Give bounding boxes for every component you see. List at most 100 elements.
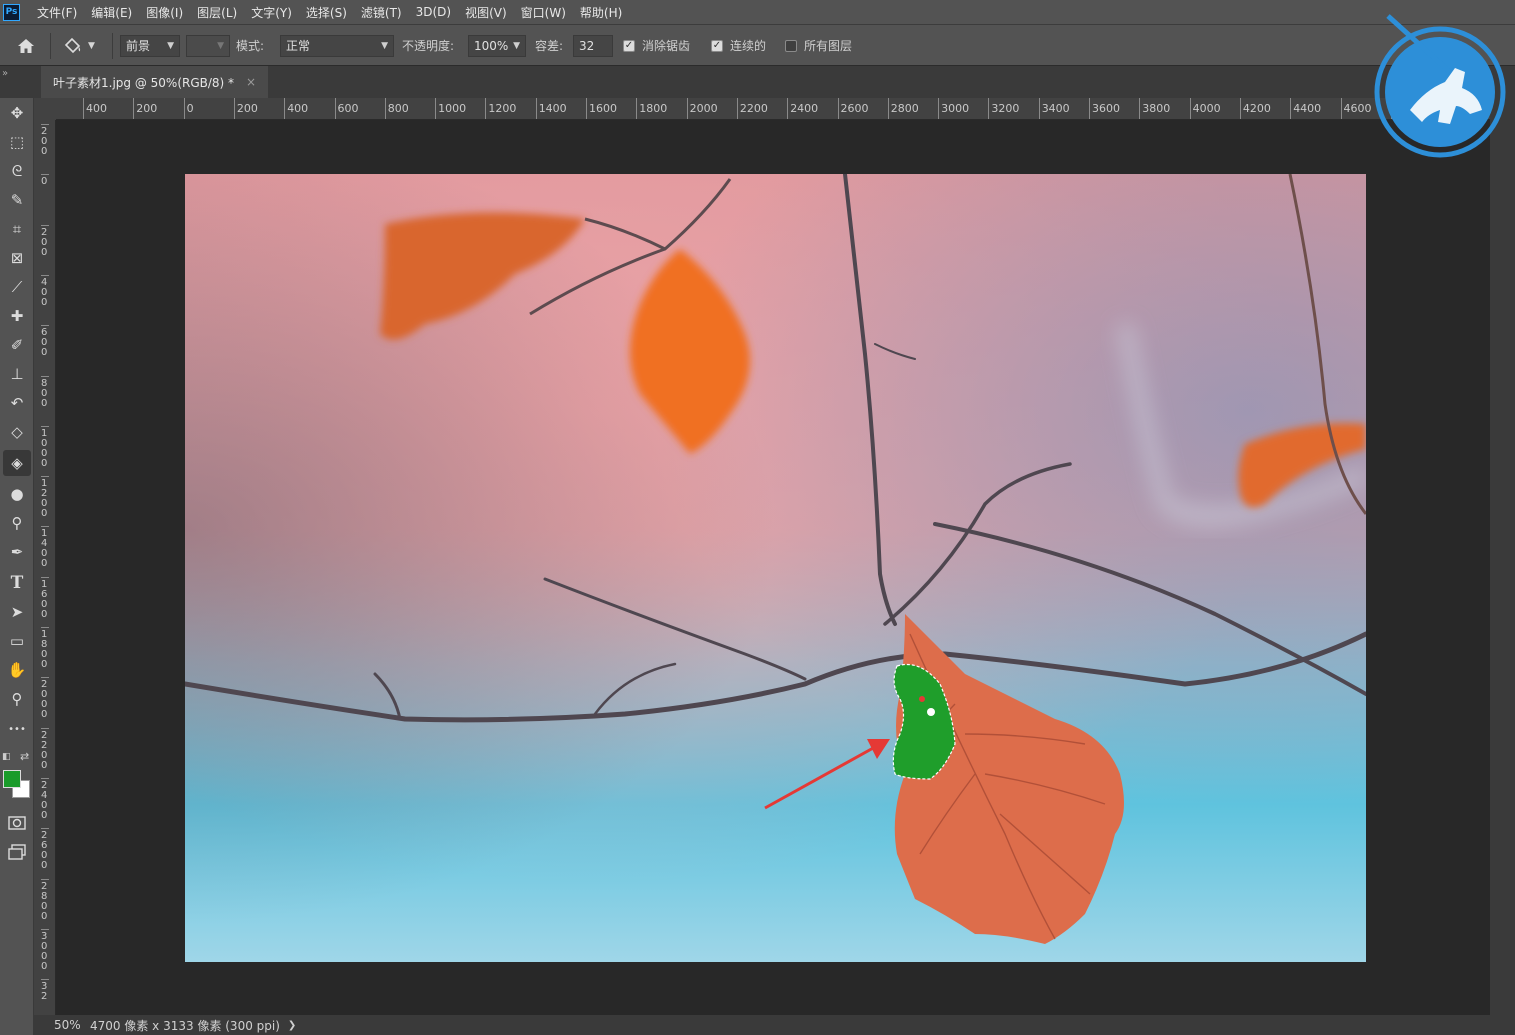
ruler-h-tick: 2400: [787, 98, 819, 119]
mode-select[interactable]: 正常 ▼: [280, 34, 394, 57]
fill-source-value: 前景: [126, 39, 151, 53]
menu-3d[interactable]: 3D(D): [409, 5, 458, 19]
brush-tool[interactable]: ✐: [3, 332, 31, 358]
history-brush-tool[interactable]: ↶: [3, 390, 31, 416]
home-button[interactable]: [16, 25, 36, 66]
blur-tool[interactable]: ●: [3, 481, 31, 507]
zoom-tool[interactable]: ⚲: [3, 686, 31, 712]
paint-bucket-icon: [64, 37, 81, 53]
tool-preset-picker[interactable]: ▼: [62, 25, 95, 66]
options-bar: ▼ 前景 ▼ ▼ 模式: 正常 ▼ 不透明度: 100% ▼ 容差: 32 ✓ …: [0, 24, 1515, 66]
marquee-tool[interactable]: ⬚: [3, 129, 31, 155]
leaf-photo-canvas[interactable]: [185, 174, 1366, 962]
knight-watermark-logo-icon: [1374, 14, 1506, 158]
menu-filter[interactable]: 滤镜(T): [354, 4, 409, 21]
ruler-h-tick: 4400: [1290, 98, 1322, 119]
quick-select-tool-icon: ✎: [10, 191, 24, 209]
all-layers-check-icon: [785, 39, 797, 52]
edit-toolbar-button[interactable]: •••: [3, 716, 31, 742]
zoom-level[interactable]: 50%: [34, 1018, 82, 1032]
chevron-down-icon: ▼: [167, 40, 174, 51]
ruler-h-tick: 4000: [1189, 98, 1221, 119]
ruler-h-tick: 1200: [485, 98, 517, 119]
antialias-check-icon: ✓: [623, 39, 635, 52]
menu-layer[interactable]: 图层(L): [190, 4, 244, 21]
opacity-field[interactable]: 100% ▼: [468, 34, 526, 57]
menu-image[interactable]: 图像(I): [139, 4, 190, 21]
screen-mode-button[interactable]: [3, 839, 31, 865]
vertical-scrollbar[interactable]: [1490, 98, 1515, 1035]
stamp-tool-icon: ⊥: [10, 365, 24, 383]
zoom-tool-icon: ⚲: [11, 690, 23, 708]
eraser-tool[interactable]: ◇: [3, 419, 31, 445]
collapse-panel-icon[interactable]: »: [2, 68, 8, 79]
foreground-color-swatch[interactable]: [3, 770, 21, 788]
path-select-tool-icon: ➤: [10, 603, 24, 621]
chevron-right-icon[interactable]: ❯: [288, 1020, 296, 1031]
photoshop-logo-icon: Ps: [3, 3, 20, 21]
menu-window[interactable]: 窗口(W): [514, 4, 573, 21]
eraser-tool-icon: ◇: [11, 423, 23, 441]
frame-tool[interactable]: ⊠: [3, 245, 31, 271]
ruler-h-tick: 1600: [586, 98, 617, 119]
ruler-h-tick: 200: [133, 98, 158, 119]
move-tool[interactable]: ✥: [3, 100, 31, 126]
menu-file[interactable]: 文件(F): [30, 4, 84, 21]
tolerance-value: 32: [579, 38, 595, 53]
mode-value: 正常: [286, 39, 311, 53]
ruler-origin[interactable]: [34, 98, 56, 120]
crop-tool[interactable]: ⌗: [3, 216, 31, 242]
mode-label: 模式:: [236, 39, 265, 53]
quick-mask-button[interactable]: [3, 810, 31, 836]
type-tool[interactable]: T: [3, 570, 31, 596]
ruler-h-tick: 4600: [1340, 98, 1372, 119]
ruler-h-tick: 0: [183, 98, 194, 119]
shape-tool[interactable]: ▭: [3, 628, 31, 654]
tolerance-label: 容差:: [535, 39, 564, 53]
ruler-v-tick: 3000: [41, 928, 49, 972]
lasso-tool[interactable]: ᘓ: [3, 158, 31, 184]
ruler-h-tick: 400: [83, 98, 107, 119]
menu-edit[interactable]: 编辑(E): [84, 4, 139, 21]
document-info: 4700 像素 x 3133 像素 (300 ppi): [90, 1018, 280, 1033]
ruler-v-tick: 0: [41, 174, 49, 188]
menu-help[interactable]: 帮助(H): [573, 4, 629, 21]
healing-brush-tool[interactable]: ✚: [3, 303, 31, 329]
menu-type[interactable]: 文字(Y): [244, 4, 299, 21]
paint-bucket-tool[interactable]: ◈: [3, 450, 31, 476]
eyedropper-tool[interactable]: ⟋: [3, 274, 31, 300]
menu-view[interactable]: 视图(V): [458, 4, 514, 21]
hand-tool[interactable]: ✋: [3, 657, 31, 683]
pen-tool[interactable]: ✒: [3, 539, 31, 565]
document-tab[interactable]: 叶子素材1.jpg @ 50%(RGB/8) * ×: [41, 66, 269, 98]
close-icon[interactable]: ×: [246, 75, 256, 89]
blur-tool-icon: ●: [10, 485, 24, 503]
fill-source-select[interactable]: 前景 ▼: [120, 34, 180, 57]
ruler-v-tick: 2800: [41, 878, 49, 922]
ruler-v-tick: 2400: [41, 777, 49, 821]
ruler-h-tick: 200: [233, 98, 258, 119]
path-select-tool[interactable]: ➤: [3, 599, 31, 625]
dodge-tool[interactable]: ⚲: [3, 510, 31, 536]
menu-select[interactable]: 选择(S): [299, 4, 354, 21]
all-layers-checkbox[interactable]: 所有图层: [785, 25, 852, 66]
default-colors-icon[interactable]: ◧: [2, 752, 11, 762]
canvas-area[interactable]: [56, 120, 1490, 1015]
ruler-h-tick: 2200: [736, 98, 768, 119]
vertical-ruler[interactable]: 200 0 200 400 600 800 1000 1200 1400 1600 1800 2000…: [34, 120, 56, 1015]
ruler-h-tick: 3000: [938, 98, 970, 119]
horizontal-ruler[interactable]: 400 200 0 200 400 600 800 1000 1200 1400 1600 1800 2…: [56, 98, 1490, 120]
antialias-checkbox[interactable]: ✓ 消除锯齿: [623, 25, 690, 66]
paint-bucket-tool-icon: ◈: [11, 454, 23, 472]
ruler-v-tick: 400: [41, 274, 49, 308]
quick-select-tool[interactable]: ✎: [3, 187, 31, 213]
stamp-tool[interactable]: ⊥: [3, 361, 31, 387]
tools-panel: ✥ ⬚ ᘓ ✎ ⌗ ⊠ ⟋ ✚ ✐ ⊥ ↶ ◇ ◈ ● ⚲ ✒ T ➤ ▭ ✋ …: [0, 98, 34, 1035]
tolerance-input[interactable]: 32: [573, 34, 613, 57]
brush-tool-icon: ✐: [10, 336, 24, 354]
all-layers-label: 所有图层: [804, 39, 853, 53]
swap-colors-icon[interactable]: ⇄: [20, 750, 29, 763]
pattern-picker[interactable]: ▼: [186, 34, 230, 57]
contiguous-checkbox[interactable]: ✓ 连续的: [711, 25, 766, 66]
ruler-h-tick: 2000: [686, 98, 718, 119]
